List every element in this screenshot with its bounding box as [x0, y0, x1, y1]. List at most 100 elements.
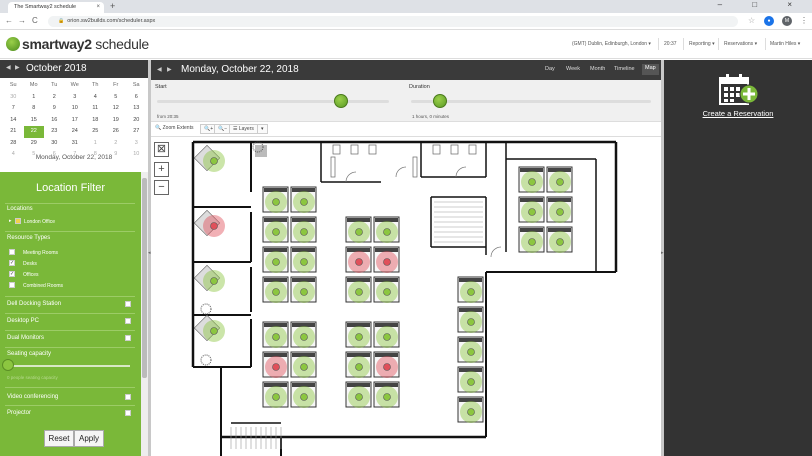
calendar-day[interactable]: 27 [126, 126, 147, 138]
calendar-day[interactable]: 2 [106, 138, 127, 150]
map-select-tool[interactable]: ⊠ [154, 142, 169, 157]
calendar-week-row: 21 22 23 24 25 26 27 [3, 126, 147, 138]
checkbox-combined-rooms[interactable] [9, 282, 15, 288]
new-tab-button[interactable]: + [110, 1, 115, 11]
tab-week[interactable]: Week [566, 66, 580, 72]
calendar-prev-icon[interactable]: ◀ [6, 64, 11, 71]
calendar-day[interactable]: 24 [65, 126, 86, 138]
calendar-day[interactable]: 14 [3, 115, 24, 127]
checkbox-meeting-rooms[interactable] [9, 249, 15, 255]
reload-icon[interactable]: C [32, 16, 38, 25]
tab-day[interactable]: Day [545, 66, 555, 72]
calendar-day[interactable]: 26 [106, 126, 127, 138]
calendar-day[interactable]: 4 [85, 92, 106, 104]
checkbox-dell-docking[interactable] [125, 301, 131, 307]
scrollbar-thumb[interactable] [142, 178, 147, 378]
calendar-day[interactable]: 30 [44, 138, 65, 150]
extension-icon[interactable]: ● [764, 16, 774, 26]
window-controls[interactable]: – □ × [718, 0, 806, 9]
calendar-day[interactable]: 5 [106, 92, 127, 104]
seating-hint: 0 people seating capacity [7, 375, 58, 380]
menu-user[interactable]: Martin Hiles ▾ [770, 41, 800, 47]
apply-button[interactable]: Apply [74, 430, 104, 447]
profile-avatar[interactable]: M [782, 16, 792, 26]
location-checkbox[interactable] [15, 218, 21, 224]
resource-type-label: Desks [23, 261, 37, 267]
app-logo[interactable]: smartway2 schedule [22, 36, 149, 52]
calendar-day[interactable]: 1 [85, 138, 106, 150]
zoom-extents-button[interactable]: 🔍 Zoom Extents [155, 125, 193, 131]
forward-icon[interactable]: → [18, 16, 26, 25]
calendar-day[interactable]: 9 [44, 103, 65, 115]
reset-button[interactable]: Reset [44, 430, 74, 447]
star-icon[interactable]: ☆ [748, 16, 755, 25]
calendar-day[interactable]: 29 [24, 138, 45, 150]
map-zoom-out-button[interactable]: − [154, 180, 169, 195]
checkbox-projector[interactable] [125, 410, 131, 416]
duration-slider-track[interactable] [411, 100, 651, 103]
map-zoom-in-button[interactable]: + [154, 162, 169, 177]
more-icon[interactable]: ⋮ [800, 16, 808, 25]
menu-reporting[interactable]: Reporting ▾ [689, 41, 715, 47]
browser-tab[interactable]: The Smartway2 schedule × [8, 2, 104, 13]
seating-capacity-label: Seating capacity [7, 351, 52, 357]
calendar-day[interactable]: 2 [44, 92, 65, 104]
calendar-day[interactable]: 10 [65, 103, 86, 115]
divider [5, 387, 135, 388]
calendar-day[interactable]: 18 [85, 115, 106, 127]
url-field[interactable]: 🔒 orion.sw2builds.com/scheduler.aspx [48, 16, 738, 27]
calendar-next-icon[interactable]: ▶ [15, 64, 20, 71]
calendar-add-icon[interactable] [718, 72, 758, 108]
tab-month[interactable]: Month [590, 66, 605, 72]
calendar-day[interactable]: 3 [65, 92, 86, 104]
tree-expand-icon[interactable]: ▸ [9, 218, 12, 224]
back-icon[interactable]: ← [5, 16, 13, 25]
calendar-day[interactable]: 30 [3, 92, 24, 104]
duration-slider-handle[interactable] [433, 94, 447, 108]
calendar-day[interactable]: 20 [126, 115, 147, 127]
start-slider-handle[interactable] [334, 94, 348, 108]
desk-chair [383, 393, 391, 401]
weekday-label: We [70, 82, 79, 88]
filter-scrollbar[interactable] [141, 172, 148, 456]
calendar-day[interactable]: 13 [126, 103, 147, 115]
checkbox-video-conferencing[interactable] [125, 394, 131, 400]
calendar-day-selected[interactable]: 22 [23, 126, 44, 138]
calendar-day[interactable]: 15 [24, 115, 45, 127]
layers-dropdown[interactable]: ▾ [257, 124, 268, 134]
calendar-day[interactable]: 12 [106, 103, 127, 115]
calendar-day[interactable]: 8 [24, 103, 45, 115]
tab-map[interactable]: Map [642, 64, 659, 75]
create-reservation-link[interactable]: Create a Reservation [664, 109, 812, 118]
close-tab-icon[interactable]: × [96, 4, 100, 10]
checkbox-offices[interactable]: ✓ [9, 271, 15, 277]
calendar-day[interactable]: 25 [85, 126, 106, 138]
tab-timeline[interactable]: Timeline [614, 66, 635, 72]
menu-reservations[interactable]: Reservations ▾ [724, 41, 757, 47]
checkbox-desks[interactable]: ✓ [9, 260, 15, 266]
checkbox-desktop-pc[interactable] [125, 318, 131, 324]
calendar-day[interactable]: 21 [3, 126, 24, 138]
checkbox-dual-monitors[interactable] [125, 335, 131, 341]
day-next-icon[interactable]: ▶ [167, 66, 172, 73]
calendar-day[interactable]: 11 [85, 103, 106, 115]
calendar-day[interactable]: 23 [44, 126, 65, 138]
calendar-day[interactable]: 16 [44, 115, 65, 127]
timezone-select[interactable]: (GMT) Dublin, Edinburgh, London ▾ [572, 41, 651, 47]
floor-plan-map[interactable] [151, 137, 661, 456]
calendar-day[interactable]: 17 [65, 115, 86, 127]
layers-button[interactable]: ☰ Layers [229, 124, 258, 134]
calendar-day[interactable]: 31 [65, 138, 86, 150]
weekday-label: Su [9, 82, 17, 88]
calendar-day[interactable]: 19 [106, 115, 127, 127]
day-prev-icon[interactable]: ◀ [157, 66, 162, 73]
calendar-day[interactable]: 6 [126, 92, 147, 104]
calendar-day[interactable]: 28 [3, 138, 24, 150]
calendar-day[interactable]: 7 [3, 103, 24, 115]
resource-type-label: Combined Rooms [23, 283, 64, 289]
seating-slider-handle[interactable] [2, 359, 14, 371]
start-slider-track[interactable] [157, 100, 389, 103]
calendar-day[interactable]: 1 [24, 92, 45, 104]
seating-slider-track[interactable] [6, 365, 130, 367]
calendar-day[interactable]: 3 [126, 138, 147, 150]
